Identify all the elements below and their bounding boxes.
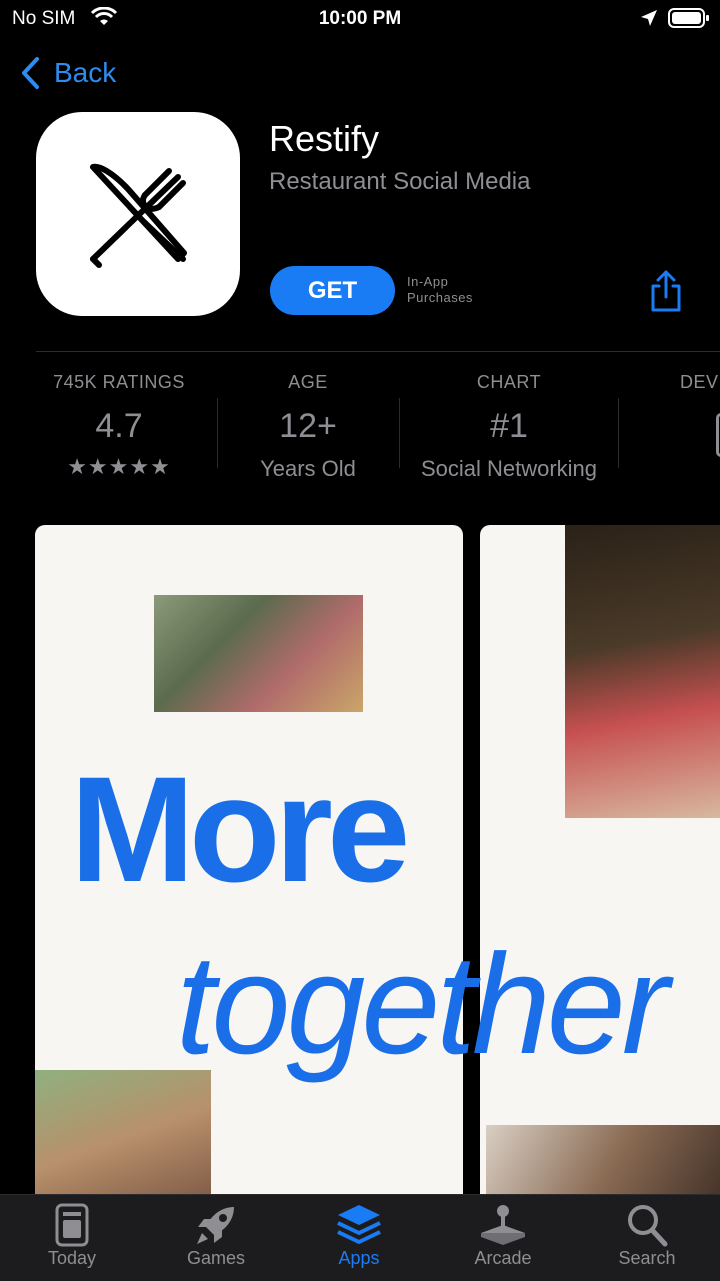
chart-value: #1 — [490, 407, 528, 445]
tab-games[interactable]: Games — [156, 1202, 276, 1269]
clock: 10:00 PM — [318, 8, 402, 29]
promo-word-more: More — [70, 745, 410, 913]
layers-icon — [299, 1202, 419, 1248]
ratings-label: 745K RATINGS — [53, 372, 185, 392]
chevron-left-icon — [22, 57, 39, 89]
in-app-purchases-note: In-App Purchases — [407, 274, 473, 306]
tab-label: Games — [186, 1248, 246, 1268]
tab-label: Search — [618, 1248, 676, 1268]
age-value: 12+ — [279, 407, 337, 445]
tab-today[interactable]: Today — [12, 1202, 132, 1269]
photo-skater-handstand — [565, 525, 720, 818]
today-icon — [12, 1202, 132, 1248]
app-subtitle: Restaurant Social Media — [269, 168, 531, 195]
tab-arcade[interactable]: Arcade — [443, 1202, 563, 1269]
tab-search[interactable]: Search — [587, 1202, 707, 1269]
chart-sub: Social Networking — [420, 456, 598, 481]
chart-label: CHART — [476, 372, 542, 392]
ratings-info[interactable]: 745K RATINGS 4.7 ★★★★★ — [30, 372, 208, 480]
search-icon — [587, 1202, 707, 1248]
app-icon — [36, 112, 240, 316]
share-button[interactable] — [648, 270, 684, 317]
screenshot-2[interactable] — [480, 525, 720, 1225]
age-label: AGE — [288, 372, 328, 392]
age-sub: Years Old — [260, 456, 356, 481]
info-separator — [618, 398, 619, 468]
battery-icon — [668, 8, 709, 28]
star-rating: ★★★★★ — [67, 454, 171, 479]
developer-label: DEV — [680, 372, 719, 392]
rocket-icon — [156, 1202, 276, 1248]
tab-label: Today — [47, 1248, 97, 1268]
fork-knife-icon — [90, 163, 187, 268]
developer-icon — [716, 413, 720, 457]
in-app-line2: Purchases — [407, 290, 473, 305]
back-label: Back — [54, 57, 117, 88]
developer-info[interactable]: DEV — [680, 372, 720, 457]
get-button[interactable]: GET — [270, 266, 395, 315]
chart-info[interactable]: CHART #1 Social Networking — [400, 372, 618, 482]
location-icon — [640, 9, 658, 33]
header-divider — [36, 351, 720, 352]
in-app-line1: In-App — [407, 274, 449, 289]
rating-value: 4.7 — [95, 407, 143, 445]
age-info: AGE 12+ Years Old — [218, 372, 398, 482]
back-button[interactable]: Back — [20, 56, 116, 90]
status-bar: No SIM 10:00 PM — [0, 0, 720, 38]
joystick-icon — [443, 1202, 563, 1248]
app-name: Restify — [269, 118, 380, 159]
tab-label: Arcade — [474, 1248, 532, 1268]
photo-people-plants — [154, 595, 363, 712]
tab-label: Apps — [338, 1248, 380, 1268]
share-icon — [651, 270, 681, 312]
tab-apps[interactable]: Apps — [299, 1202, 419, 1269]
